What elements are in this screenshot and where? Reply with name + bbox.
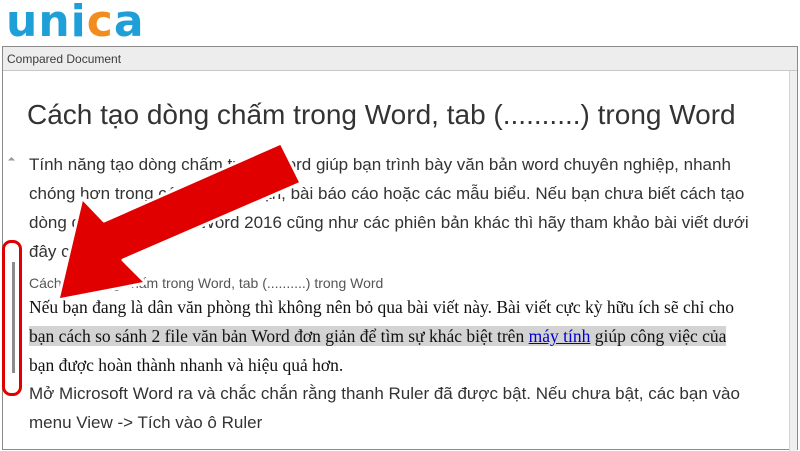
changed-paragraph: Nếu bạn đang là dân văn phòng thì không … bbox=[29, 293, 789, 380]
pane-title-bar: Compared Document bbox=[3, 47, 797, 71]
computer-link[interactable]: máy tính bbox=[529, 326, 591, 346]
text-before-link: bạn cách so sánh 2 file văn bản Word đơn… bbox=[29, 326, 529, 346]
vertical-scrollbar[interactable] bbox=[789, 71, 797, 451]
logo-letter-accent: c bbox=[86, 0, 114, 47]
annotation-highlight-box bbox=[2, 240, 22, 396]
logo-letter: u bbox=[6, 0, 39, 47]
paragraph-line: Mở Microsoft Word ra và chắc chắn rằng t… bbox=[29, 384, 740, 403]
image-caption: Cách tạo dòng chấm trong Word, tab (....… bbox=[29, 275, 384, 291]
intro-paragraph: Tính năng tạo dòng chấm trong Word giúp … bbox=[29, 150, 789, 266]
logo-letter: a bbox=[113, 0, 145, 47]
instruction-paragraph: Mở Microsoft Word ra và chắc chắn rằng t… bbox=[29, 379, 789, 437]
logo-letter: n bbox=[38, 0, 71, 47]
paragraph-line: đây của mình. bbox=[29, 242, 136, 261]
text-after-link: giúp công việc của bbox=[590, 326, 727, 346]
changed-line: Nếu bạn đang là dân văn phòng thì không … bbox=[29, 297, 735, 317]
paragraph-line: menu View -> Tích vào ô Ruler bbox=[29, 413, 263, 432]
logo-letter: i bbox=[70, 0, 87, 47]
brand-header: u n i c a bbox=[0, 0, 800, 46]
pane-title: Compared Document bbox=[7, 52, 122, 66]
paragraph-line: chóng hơn trong các bài tiểu luận, bài b… bbox=[29, 184, 745, 203]
changed-line: bạn được hoàn thành nhanh và hiệu quả hơ… bbox=[29, 355, 344, 375]
paragraph-line: Tính năng tạo dòng chấm trong Word giúp … bbox=[29, 155, 731, 174]
unica-logo: u n i c a bbox=[6, 0, 145, 44]
document-heading: Cách tạo dòng chấm trong Word, tab (....… bbox=[27, 99, 736, 130]
paragraph-line: dòng dấm chấm trong Word 2016 cũng như c… bbox=[29, 213, 749, 232]
highlighted-text: bạn cách so sánh 2 file văn bản Word đơn… bbox=[29, 326, 727, 346]
changed-line-highlighted: bạn cách so sánh 2 file văn bản Word đơn… bbox=[29, 322, 789, 351]
